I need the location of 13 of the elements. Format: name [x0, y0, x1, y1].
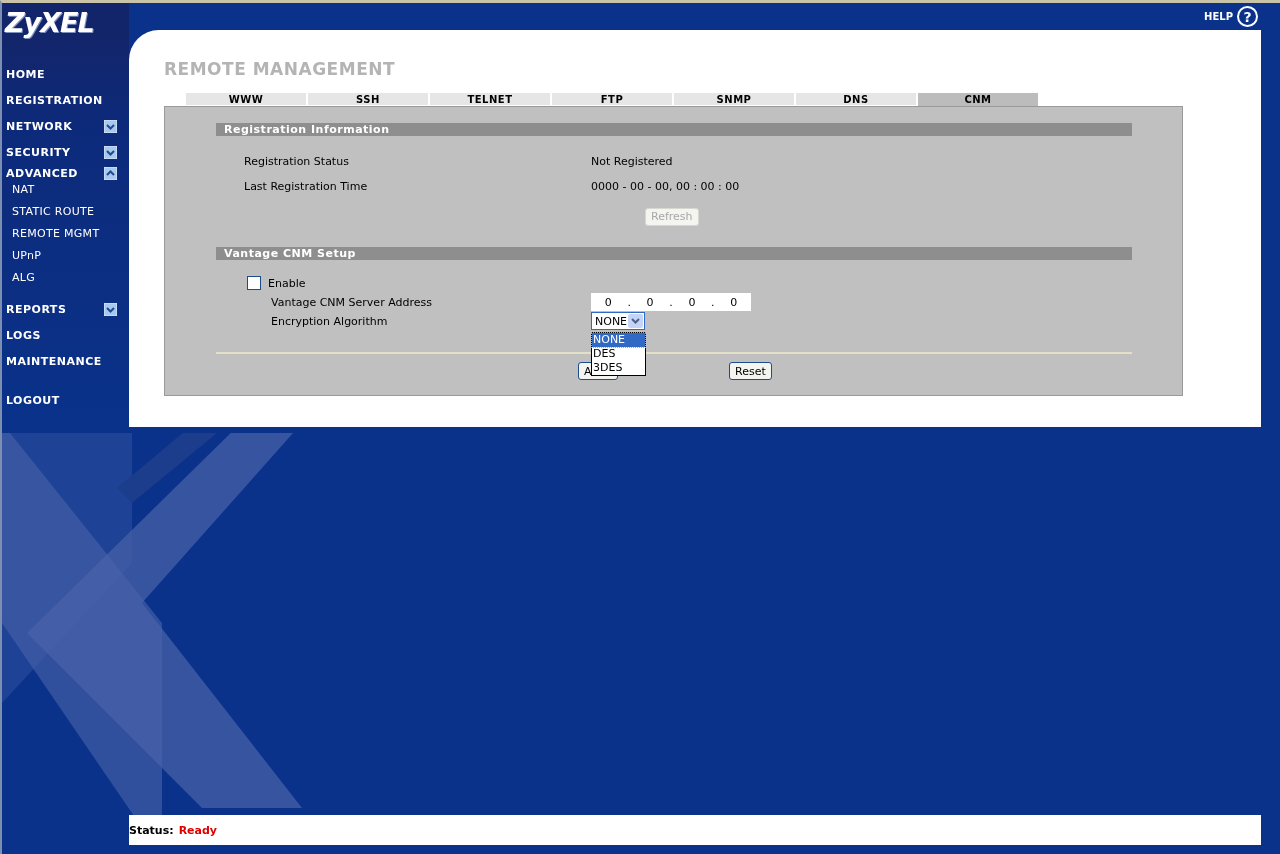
- status-value: Ready: [178, 823, 218, 837]
- field-label: Vantage CNM Server Address: [271, 295, 433, 309]
- field-label: Encryption Algorithm: [271, 314, 389, 328]
- field-label: Registration Status: [244, 155, 350, 168]
- field-value: 0000 - 00 - 00, 00 : 00 : 00: [591, 180, 741, 193]
- status-label: Status:: [129, 823, 174, 837]
- field-value: Not Registered: [591, 155, 674, 168]
- page-title: REMOTE MANAGEMENT: [164, 59, 397, 81]
- section-header: Registration Information: [216, 123, 1132, 136]
- logo: ZyXEL: [3, 6, 94, 40]
- field-label: Last Registration Time: [244, 180, 369, 193]
- checkbox-label: Enable: [268, 276, 307, 290]
- section-header: Vantage CNM Setup: [216, 247, 1132, 260]
